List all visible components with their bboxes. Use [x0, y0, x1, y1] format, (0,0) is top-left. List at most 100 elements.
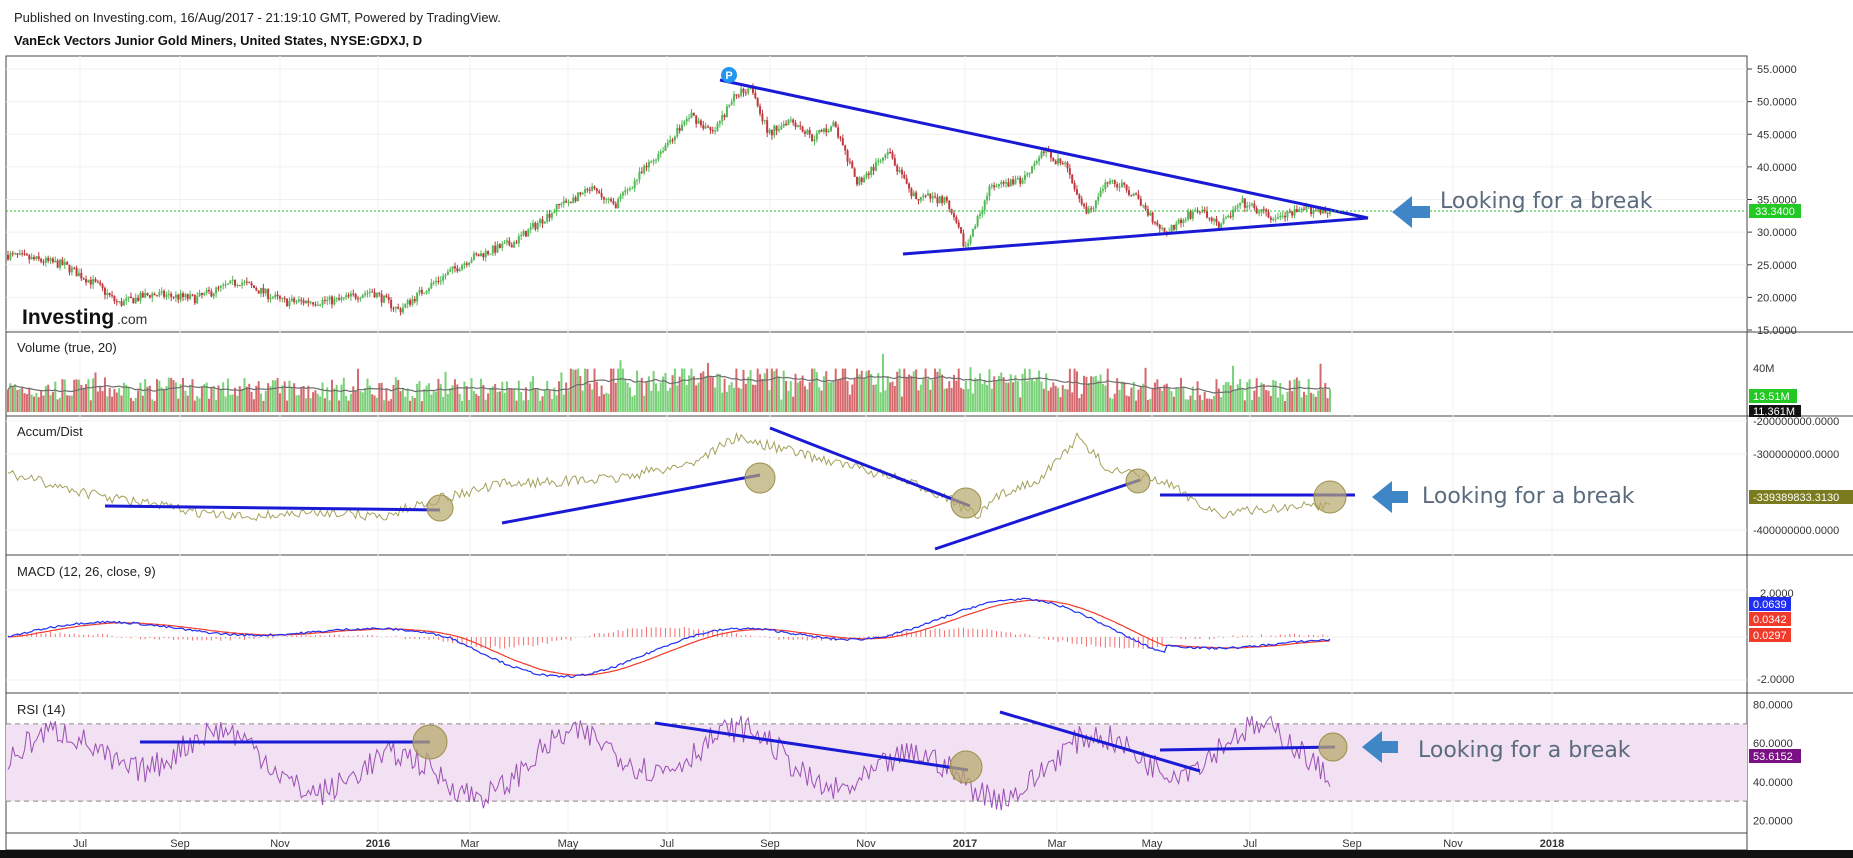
volume-bar	[1132, 381, 1135, 412]
volume-bar	[725, 391, 728, 412]
candle-body	[1295, 209, 1298, 213]
candle-body	[236, 285, 239, 287]
candle-body	[602, 197, 605, 200]
volume-bar	[697, 382, 700, 412]
volume-bar	[659, 382, 662, 412]
volume-bar	[404, 396, 407, 412]
volume-pane[interactable]: Volume (true, 20) 40M 13.51M 11.361M	[7, 340, 1801, 418]
candle-body	[80, 272, 83, 279]
candle-body	[184, 294, 187, 298]
candle-body	[11, 253, 14, 255]
candle-body	[572, 197, 575, 204]
volume-bar	[361, 392, 364, 412]
volume-bar	[870, 373, 873, 412]
volume-bar	[711, 377, 714, 412]
candle-body	[49, 258, 52, 261]
volume-bar	[794, 373, 797, 412]
volume-bar	[891, 381, 894, 412]
volume-bar	[125, 384, 128, 412]
candle-body	[908, 183, 911, 189]
volume-bar	[1250, 399, 1253, 412]
time-label: May	[558, 838, 579, 850]
volume-bar	[1090, 376, 1093, 412]
volume-bar	[99, 386, 102, 412]
arrow-left-icon	[1372, 481, 1408, 513]
volume-bar	[1208, 398, 1211, 412]
volume-bar	[288, 380, 291, 412]
volume-bar	[297, 395, 300, 412]
volume-bar	[1274, 380, 1277, 412]
volume-bar	[359, 391, 362, 412]
volume-bar	[841, 368, 844, 412]
macd-pane[interactable]: MACD (12, 26, close, 9) 2.0000 -2.0000 0…	[6, 564, 1794, 686]
volume-bar	[283, 381, 286, 412]
volume-bar	[1329, 389, 1331, 412]
candle-body	[1279, 215, 1282, 218]
candle-body	[368, 291, 371, 293]
volume-bar	[1047, 390, 1050, 412]
candle-body	[208, 289, 211, 292]
volume-bar	[373, 395, 376, 412]
volume-bar	[219, 389, 222, 412]
volume-bar	[1023, 368, 1026, 412]
volume-bar	[829, 382, 832, 412]
volume-bar	[89, 400, 92, 412]
candle-body	[1109, 180, 1112, 184]
candle-body	[203, 292, 206, 295]
accum-dist-pane[interactable]: Accum/Dist -200000000.0000 -300000000.00…	[6, 416, 1853, 551]
volume-bar	[49, 395, 52, 412]
candle-body	[721, 115, 724, 122]
candle-body	[352, 293, 355, 295]
candle-body	[307, 300, 310, 303]
volume-bar	[640, 377, 643, 412]
rsi-pane[interactable]: RSI (14) 20.0000 40.0000 60.0000 80.0000 53…	[6, 700, 1801, 828]
volume-bar	[234, 387, 237, 412]
volume-bar	[77, 379, 80, 412]
volume-bar	[37, 397, 40, 412]
candle-body	[423, 293, 426, 295]
candle-body	[101, 284, 104, 288]
candle-body	[896, 165, 899, 172]
volume-bar	[1005, 382, 1008, 412]
volume-bar	[1012, 382, 1015, 412]
candle-body	[146, 293, 149, 296]
volume-bar	[319, 396, 322, 412]
price-marker-p[interactable]: P	[721, 67, 737, 83]
volume-bar	[51, 391, 54, 412]
candle-body	[1075, 189, 1078, 195]
candle-body	[85, 279, 88, 283]
volume-bar	[877, 372, 880, 412]
volume-bar	[834, 368, 837, 412]
volume-bar	[1123, 381, 1126, 412]
candle-body	[129, 296, 132, 299]
volume-bar	[1083, 375, 1086, 412]
rsi-tick: 80.0000	[1753, 700, 1793, 712]
price-pane[interactable]: P 15.000020.000025.000030.000035.000040.…	[6, 64, 1801, 337]
candle-body	[461, 265, 464, 270]
candle-body	[962, 233, 965, 247]
volume-bar	[548, 390, 551, 412]
volume-bar	[565, 382, 568, 412]
volume-bar	[127, 386, 130, 412]
candle-body	[1198, 211, 1201, 213]
chart-canvas[interactable]: P 15.000020.000025.000030.000035.000040.…	[0, 0, 1853, 858]
candle-body	[1113, 180, 1116, 185]
candle-body	[1012, 179, 1015, 185]
volume-bar	[844, 368, 847, 412]
candle-body	[1137, 194, 1140, 199]
volume-bar	[1255, 378, 1258, 412]
candle-body	[889, 152, 892, 154]
candle-body	[494, 245, 497, 253]
candle-body	[1293, 209, 1296, 216]
volume-bar	[482, 384, 485, 412]
volume-bar	[943, 388, 946, 412]
volume-bar	[879, 392, 882, 412]
volume-bar	[974, 377, 977, 412]
candle-body	[1156, 222, 1159, 225]
candle-body	[1052, 157, 1055, 161]
volume-bar	[25, 394, 28, 412]
candle-body	[517, 236, 520, 244]
candle-body	[917, 199, 920, 201]
rsi-break-text: Looking for a break	[1418, 738, 1631, 763]
price-tick: 45.0000	[1757, 129, 1797, 141]
